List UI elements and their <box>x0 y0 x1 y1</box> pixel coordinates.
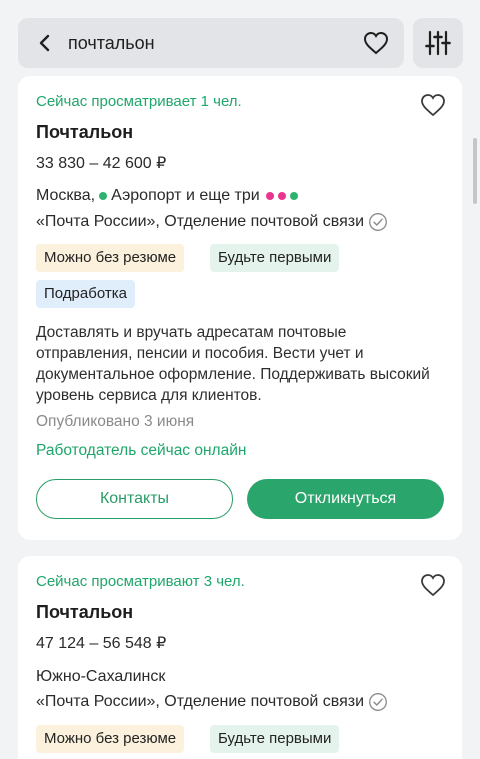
viewers-count: Сейчас просматривают 3 чел. <box>36 573 245 590</box>
verified-check-icon <box>368 212 388 232</box>
back-arrow-icon <box>39 34 50 52</box>
more-metro-dots <box>264 192 300 200</box>
company-name[interactable]: «Почта России», Отделение почтовой связи <box>36 213 364 231</box>
vacancy-title[interactable]: Почтальон <box>36 122 133 143</box>
favorite-button[interactable] <box>418 90 448 120</box>
tag-be-first: Будьте первыми <box>210 244 340 272</box>
viewers-count: Сейчас просматривает 1 чел. <box>36 93 242 110</box>
heart-icon <box>363 31 389 55</box>
city: Южно-Сахалинск <box>36 668 166 685</box>
salary: 33 830 – 42 600 ₽ <box>36 155 167 172</box>
metro-line-dot <box>99 192 108 200</box>
top-bar: почтальон <box>0 0 480 84</box>
contacts-button[interactable]: Контакты <box>36 479 233 519</box>
filter-sliders-icon <box>425 30 451 56</box>
verified-check-icon <box>368 692 388 712</box>
search-field[interactable]: почтальон <box>18 18 404 68</box>
heart-icon <box>421 574 445 597</box>
metro-line-dot <box>265 192 274 200</box>
employer-online-status: Работодатель сейчас онлайн <box>36 442 247 459</box>
location: Москва, Аэропорт и еще три <box>36 187 300 205</box>
search-query[interactable]: почтальон <box>68 18 155 68</box>
filter-button[interactable] <box>413 18 463 68</box>
vacancy-title[interactable]: Почтальон <box>36 602 133 623</box>
vacancy-card[interactable]: Сейчас просматривают 3 чел. Почтальон 47… <box>18 556 462 759</box>
heart-icon <box>421 94 445 117</box>
tag-no-resume: Можно без резюме <box>36 725 185 753</box>
tag-part-time: Подработка <box>36 280 135 308</box>
metro-line-dot <box>289 192 298 200</box>
metro-line-dot <box>277 192 286 200</box>
metro-station: Аэропорт и еще три <box>111 187 260 204</box>
tag-be-first: Будьте первыми <box>210 725 340 753</box>
save-search-button[interactable] <box>360 27 392 59</box>
scrollbar[interactable] <box>473 138 477 204</box>
tag-no-resume: Можно без резюме <box>36 244 185 272</box>
vacancy-card[interactable]: Сейчас просматривает 1 чел. Почтальон 33… <box>18 76 462 540</box>
published-date: Опубликовано 3 июня <box>36 413 195 430</box>
respond-button[interactable]: Откликнуться <box>247 479 444 519</box>
company[interactable]: «Почта России», Отделение почтовой связи <box>36 212 388 232</box>
vacancy-description: Доставлять и вручать адресатам почтовые … <box>36 324 430 404</box>
favorite-button[interactable] <box>418 570 448 600</box>
salary: 47 124 – 56 548 ₽ <box>36 635 167 652</box>
back-button[interactable] <box>28 26 62 60</box>
company-name[interactable]: «Почта России», Отделение почтовой связи <box>36 693 364 711</box>
city: Москва, <box>36 187 96 204</box>
location: Южно-Сахалинск <box>36 668 165 686</box>
company[interactable]: «Почта России», Отделение почтовой связи <box>36 692 388 712</box>
